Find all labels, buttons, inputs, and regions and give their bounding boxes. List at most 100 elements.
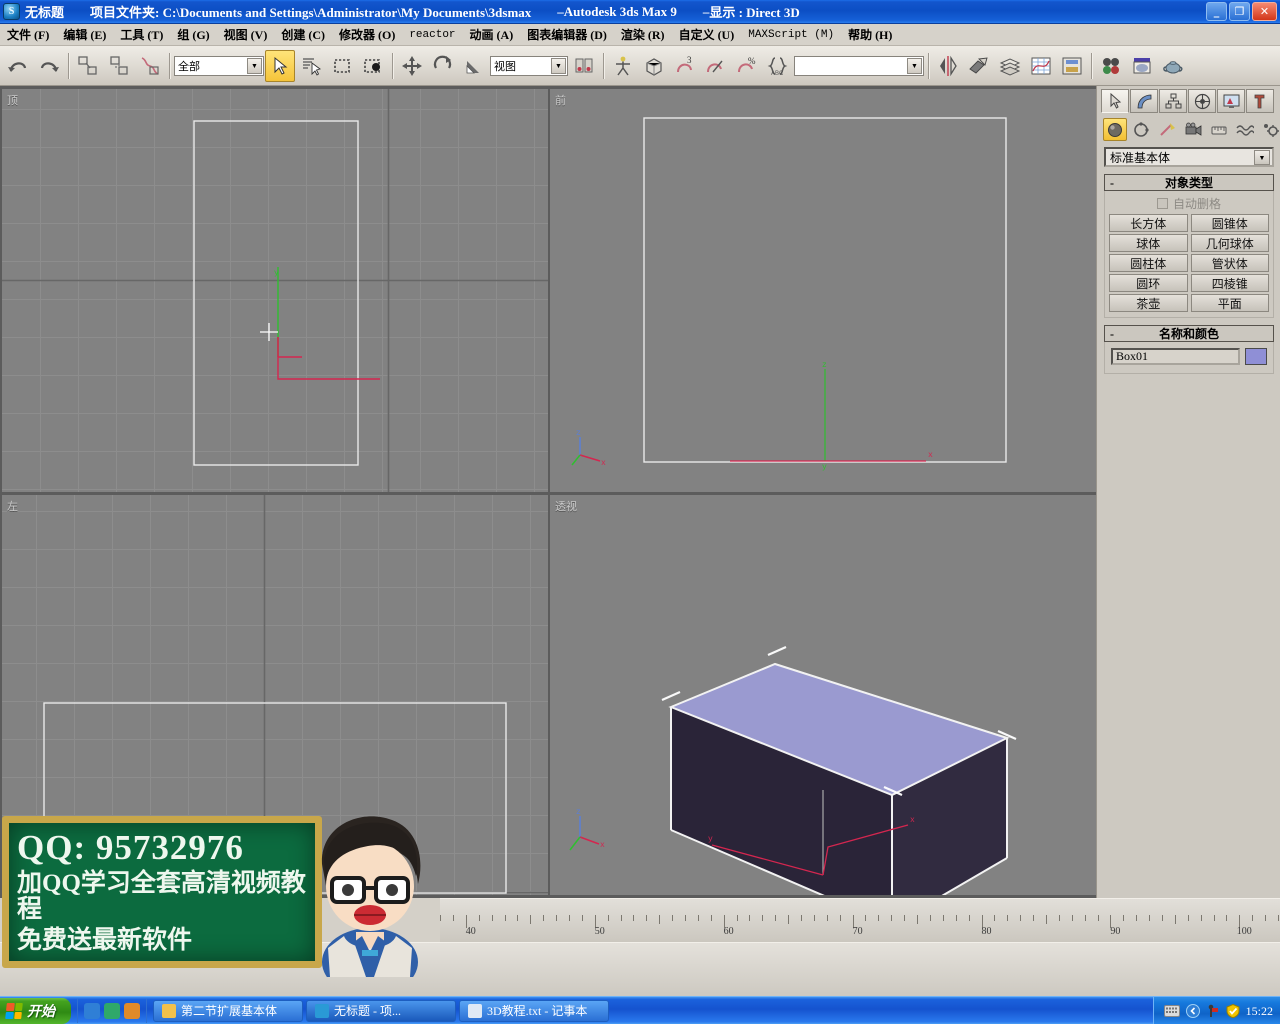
- create-tab[interactable]: [1101, 89, 1129, 113]
- percent-snap-toggle-icon[interactable]: [701, 50, 731, 82]
- menu-item-10[interactable]: 渲染 (R): [614, 24, 672, 45]
- close-button[interactable]: ✕: [1252, 2, 1277, 21]
- bind-to-space-warp-icon[interactable]: [135, 50, 165, 82]
- rollout-collapse-icon[interactable]: -: [1110, 327, 1114, 342]
- taskbar-clock[interactable]: 15:22: [1246, 1004, 1273, 1019]
- quick-render-teapot-icon[interactable]: [1158, 50, 1188, 82]
- menu-item-9[interactable]: 图表编辑器 (D): [520, 24, 614, 45]
- helpers-category[interactable]: [1207, 118, 1231, 141]
- object-type-button-1[interactable]: 圆锥体: [1190, 214, 1269, 232]
- menu-item-2[interactable]: 工具 (T): [113, 24, 170, 45]
- select-and-rotate-icon[interactable]: [428, 50, 458, 82]
- security-shield-icon[interactable]: [1226, 1004, 1240, 1018]
- motion-tab[interactable]: [1188, 89, 1216, 113]
- space-warps-category[interactable]: [1233, 118, 1257, 141]
- curve-editor-icon[interactable]: [1026, 50, 1056, 82]
- mirror-icon[interactable]: [933, 50, 963, 82]
- minimize-button[interactable]: _: [1206, 2, 1227, 21]
- internet-home-icon[interactable]: [124, 1002, 140, 1019]
- object-color-swatch[interactable]: [1245, 348, 1267, 365]
- menu-item-1[interactable]: 编辑 (E): [56, 24, 113, 45]
- lights-category[interactable]: [1155, 118, 1179, 141]
- show-desktop-icon[interactable]: [84, 1002, 100, 1019]
- select-object-arrow-icon[interactable]: [265, 49, 295, 82]
- menu-item-7[interactable]: reactor: [402, 27, 462, 43]
- object-type-button-0[interactable]: 长方体: [1109, 214, 1188, 232]
- spinner-snap-toggle-icon[interactable]: %: [732, 50, 762, 82]
- unlink-selection-icon[interactable]: [104, 50, 134, 82]
- object-name-input[interactable]: Box01: [1111, 348, 1240, 365]
- hierarchy-tab[interactable]: [1159, 89, 1187, 113]
- object-type-rollout-header[interactable]: - 对象类型: [1104, 174, 1274, 191]
- viewport-top[interactable]: y y x z: [2, 89, 548, 492]
- autogrid-checkbox[interactable]: [1156, 197, 1168, 209]
- shapes-category[interactable]: [1129, 118, 1153, 141]
- viewport-perspective[interactable]: y x z x 透视: [550, 495, 1096, 895]
- schematic-view-icon[interactable]: [1057, 50, 1087, 82]
- menu-item-6[interactable]: 修改器 (O): [332, 24, 402, 45]
- menu-item-13[interactable]: 帮助 (H): [841, 24, 899, 45]
- object-type-button-3[interactable]: 几何球体: [1190, 234, 1269, 252]
- selection-filter-combo[interactable]: 全部 ▼: [174, 55, 264, 76]
- tray-expand-icon[interactable]: [1185, 1004, 1200, 1018]
- rollout-collapse-icon[interactable]: -: [1110, 176, 1114, 191]
- use-pivot-point-center-icon[interactable]: [569, 50, 599, 82]
- modify-tab[interactable]: [1130, 89, 1158, 113]
- object-type-button-9[interactable]: 平面: [1190, 294, 1269, 312]
- window-crossing-toggle-icon[interactable]: [358, 50, 388, 82]
- object-type-button-6[interactable]: 圆环: [1109, 274, 1188, 292]
- menu-item-11[interactable]: 自定义 (U): [672, 24, 742, 45]
- viewport-front[interactable]: z x y z x 前: [550, 89, 1096, 492]
- render-scene-dialog-icon[interactable]: [1127, 50, 1157, 82]
- object-type-button-2[interactable]: 球体: [1109, 234, 1188, 252]
- menu-item-0[interactable]: 文件 (F): [0, 24, 56, 45]
- object-type-button-5[interactable]: 管状体: [1190, 254, 1269, 272]
- named-selection-set-field[interactable]: ▼: [794, 55, 924, 76]
- select-and-link-icon[interactable]: [73, 50, 103, 82]
- chevron-down-icon[interactable]: ▼: [907, 57, 922, 74]
- menu-item-4[interactable]: 视图 (V): [217, 24, 275, 45]
- chevron-down-icon[interactable]: ▼: [247, 57, 262, 74]
- menu-item-5[interactable]: 创建 (C): [274, 24, 332, 45]
- systems-category[interactable]: [1259, 118, 1280, 141]
- autogrid-row[interactable]: 自动删格: [1109, 194, 1269, 212]
- name-and-color-rollout-header[interactable]: - 名称和颜色: [1104, 325, 1274, 342]
- start-button[interactable]: 开始: [0, 997, 71, 1024]
- named-selection-sets-icon[interactable]: ABC: [763, 50, 793, 82]
- object-type-button-4[interactable]: 圆柱体: [1109, 254, 1188, 272]
- layer-manager-icon[interactable]: [995, 50, 1025, 82]
- select-and-uniform-scale-icon[interactable]: [459, 50, 489, 82]
- chevron-down-icon[interactable]: ▼: [1254, 150, 1270, 165]
- network-icon[interactable]: [1206, 1004, 1220, 1018]
- select-and-move-icon[interactable]: [397, 50, 427, 82]
- material-editor-icon[interactable]: [1096, 50, 1126, 82]
- menu-item-8[interactable]: 动画 (A): [463, 24, 521, 45]
- taskbar-task-0[interactable]: 第二节扩展基本体: [153, 999, 303, 1022]
- track-bar[interactable]: 40 50 60 70 80 90 100: [440, 898, 1280, 942]
- time-ruler[interactable]: 40 50 60 70 80 90 100: [440, 915, 1280, 941]
- geometry-category[interactable]: [1103, 118, 1127, 141]
- maximize-restore-button[interactable]: ❐: [1229, 2, 1250, 21]
- cameras-category[interactable]: [1181, 118, 1205, 141]
- keyboard-layout-icon[interactable]: [1163, 1005, 1180, 1017]
- reference-coordinate-system-combo[interactable]: 视图 ▼: [490, 55, 568, 76]
- taskbar-task-2[interactable]: 3D教程.txt - 记事本: [459, 999, 609, 1022]
- angle-snap-toggle-icon[interactable]: 3: [670, 50, 700, 82]
- select-and-manipulate-icon[interactable]: [608, 50, 638, 82]
- chevron-down-icon[interactable]: ▼: [551, 57, 566, 74]
- align-icon[interactable]: [964, 50, 994, 82]
- utilities-tab[interactable]: [1246, 89, 1274, 113]
- snaps-toggle-3d-icon[interactable]: [639, 50, 669, 82]
- select-by-name-icon[interactable]: [296, 50, 326, 82]
- object-type-button-7[interactable]: 四棱锥: [1190, 274, 1269, 292]
- rectangular-selection-region-icon[interactable]: [327, 50, 357, 82]
- media-player-icon[interactable]: [104, 1002, 120, 1019]
- object-type-button-8[interactable]: 茶壶: [1109, 294, 1188, 312]
- menu-item-12[interactable]: MAXScript (M): [741, 27, 841, 43]
- subcategory-combo[interactable]: 标准基本体 ▼: [1104, 147, 1274, 167]
- menu-item-3[interactable]: 组 (G): [170, 24, 216, 45]
- taskbar-task-1[interactable]: 无标题 - 项...: [306, 999, 456, 1022]
- redo-arrow-icon[interactable]: [34, 50, 64, 82]
- undo-arrow-icon[interactable]: [3, 50, 33, 82]
- display-tab[interactable]: [1217, 89, 1245, 113]
